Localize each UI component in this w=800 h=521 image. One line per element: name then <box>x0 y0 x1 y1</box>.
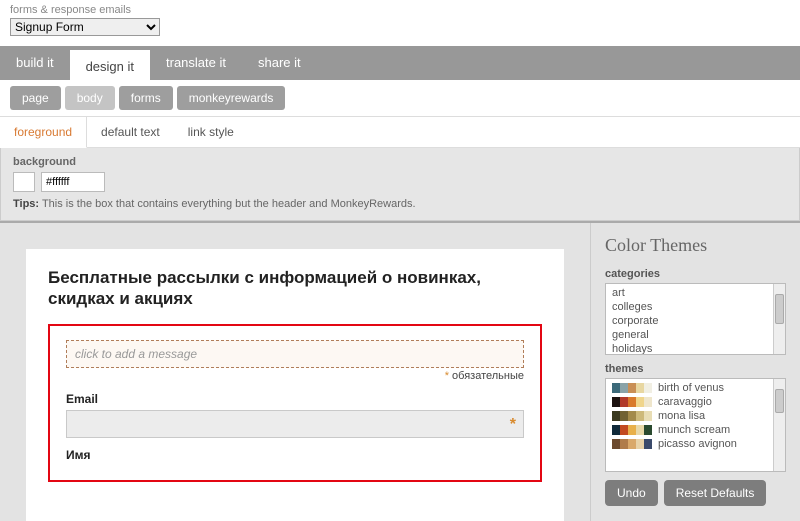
categories-label: categories <box>605 268 786 280</box>
field-label-email: Email <box>66 392 524 406</box>
tips-text: Tips: This is the box that contains ever… <box>13 198 787 210</box>
add-message-placeholder[interactable]: click to add a message <box>66 340 524 368</box>
themes-list[interactable]: birth of venus caravaggio mona lisa munch s… <box>605 378 786 472</box>
form-canvas: Бесплатные рассылки с информацией о нови… <box>0 223 590 521</box>
sidebar: Color Themes categories art colleges cor… <box>590 223 800 521</box>
theme-palette <box>612 411 652 421</box>
tertiary-tabs: foreground default text link style <box>0 116 800 148</box>
subtab-body[interactable]: body <box>65 86 115 110</box>
required-legend: обязательные <box>66 370 524 382</box>
scrollbar[interactable] <box>773 379 785 471</box>
theme-palette <box>612 439 652 449</box>
subtab-forms[interactable]: forms <box>119 86 173 110</box>
theme-item[interactable]: caravaggio <box>610 395 769 409</box>
theme-item[interactable]: picasso avignon <box>610 437 769 451</box>
tab-design-it[interactable]: design it <box>70 50 150 80</box>
theme-palette <box>612 397 652 407</box>
tab-share-it[interactable]: share it <box>242 46 317 80</box>
theme-palette <box>612 383 652 393</box>
subtab-monkeyrewards[interactable]: monkeyrewards <box>177 86 286 110</box>
categories-list[interactable]: art colleges corporate general holidays <box>605 283 786 355</box>
background-color-input[interactable] <box>41 172 105 192</box>
form-select[interactable]: Signup Form <box>10 18 160 36</box>
tab-build-it[interactable]: build it <box>0 46 70 80</box>
theme-item[interactable]: mona lisa <box>610 409 769 423</box>
theme-name: munch scream <box>658 424 730 436</box>
theme-item[interactable]: birth of venus <box>610 381 769 395</box>
forms-response-label: forms & response emails <box>0 0 800 18</box>
color-themes-title: Color Themes <box>605 235 786 256</box>
required-star-icon: * <box>510 416 516 434</box>
form-body-selected[interactable]: click to add a message обязательные Emai… <box>48 324 542 482</box>
email-field[interactable] <box>66 410 524 438</box>
tertab-link-style[interactable]: link style <box>174 117 248 147</box>
theme-name: caravaggio <box>658 396 712 408</box>
theme-item[interactable]: munch scream <box>610 423 769 437</box>
category-item[interactable]: colleges <box>610 300 769 314</box>
sub-tabs: page body forms monkeyrewards <box>0 80 800 116</box>
category-item[interactable]: holidays <box>610 342 769 355</box>
category-item[interactable]: general <box>610 328 769 342</box>
theme-name: picasso avignon <box>658 438 737 450</box>
category-item[interactable]: corporate <box>610 314 769 328</box>
themes-label: themes <box>605 363 786 375</box>
background-swatch[interactable] <box>13 172 35 192</box>
scrollbar[interactable] <box>773 284 785 354</box>
theme-name: mona lisa <box>658 410 705 422</box>
tertab-default-text[interactable]: default text <box>87 117 174 147</box>
theme-name: birth of venus <box>658 382 724 394</box>
tertab-foreground[interactable]: foreground <box>0 117 87 148</box>
category-item[interactable]: art <box>610 286 769 300</box>
style-panel: background Tips: This is the box that co… <box>0 148 800 221</box>
form-title[interactable]: Бесплатные рассылки с информацией о нови… <box>48 267 542 310</box>
subtab-page[interactable]: page <box>10 86 61 110</box>
main-tabs: build it design it translate it share it <box>0 46 800 80</box>
background-label: background <box>13 156 787 168</box>
reset-defaults-button[interactable]: Reset Defaults <box>664 480 767 506</box>
theme-palette <box>612 425 652 435</box>
field-label-name: Имя <box>66 448 524 462</box>
tab-translate-it[interactable]: translate it <box>150 46 242 80</box>
undo-button[interactable]: Undo <box>605 480 658 506</box>
